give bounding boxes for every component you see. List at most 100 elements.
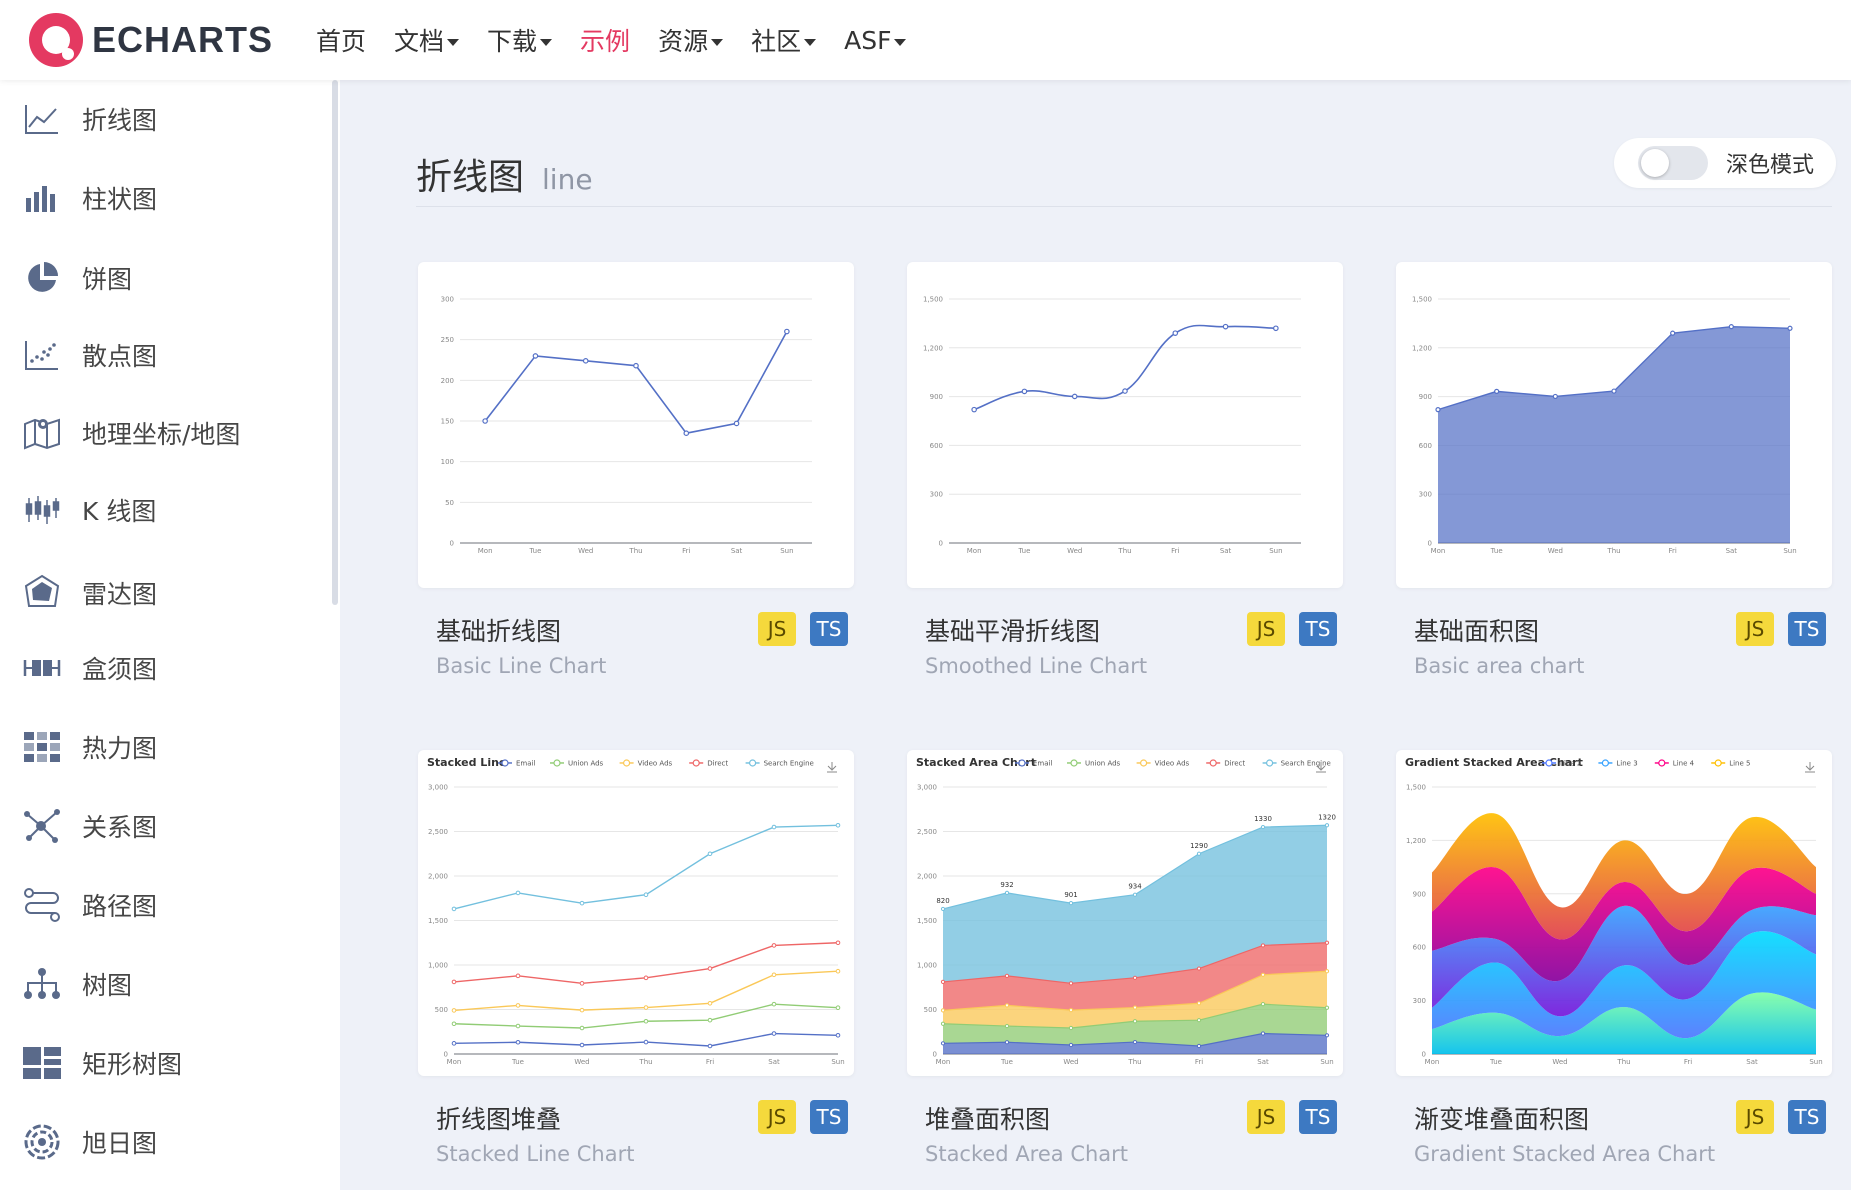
legend-label: Email xyxy=(516,760,535,768)
data-point xyxy=(771,824,777,830)
sidebar-item-line[interactable]: 折线图 xyxy=(22,94,157,144)
js-badge[interactable]: JS xyxy=(758,612,796,646)
data-point xyxy=(1004,890,1010,896)
echarts-logo[interactable]: ECHARTS xyxy=(28,8,273,72)
chart-thumbnail[interactable]: Stacked Area Chart Email Union Ads Video Ad… xyxy=(907,750,1343,1076)
chart-thumbnail[interactable]: Gradient Stacked Area Chart Line 2 Line 3 L… xyxy=(1396,750,1832,1076)
chart-thumbnail[interactable]: 0 50 100 150 200 250 300 Mon Tue Wed Thu Fri Sat Sun xyxy=(418,262,854,588)
card-subtitle: Basic Line Chart xyxy=(436,654,607,678)
legend-label: Search Engine xyxy=(764,760,814,768)
nav-home[interactable]: 首页 xyxy=(316,22,366,58)
main-nav: 首页 文档 下载 示例 资源 社区 ASF xyxy=(316,0,934,80)
sidebar-item-radar[interactable]: 雷达图 xyxy=(22,568,157,618)
nav-home-label: 首页 xyxy=(316,27,367,56)
data-point xyxy=(1260,943,1266,948)
bar-chart-icon xyxy=(22,178,62,218)
ts-badge[interactable]: TS xyxy=(810,1100,848,1134)
y-tick-label: 250 xyxy=(441,336,454,344)
sidebar-item-scatter[interactable]: 散点图 xyxy=(22,330,157,380)
data-point xyxy=(1324,823,1330,828)
page-title-zh: 折线图 xyxy=(416,157,525,198)
nav-examples[interactable]: 示例 xyxy=(580,22,630,58)
logo-text: ECHARTS xyxy=(92,19,274,60)
y-tick-label: 1,000 xyxy=(428,962,448,970)
chart-thumbnail[interactable]: 0 300 600 900 1,200 1,500 Mon Tue Wed Thu Fri Sat Su… xyxy=(907,262,1343,588)
x-tick-label: Wed xyxy=(574,1058,589,1066)
nav-resources[interactable]: 资源 xyxy=(658,22,724,58)
dark-mode-switch[interactable] xyxy=(1638,146,1708,180)
sidebar-item-bar[interactable]: 柱状图 xyxy=(22,173,157,223)
sidebar-item-candlestick[interactable]: K 线图 xyxy=(22,485,156,535)
echarts-logo-icon xyxy=(29,13,83,67)
sidebar-item-label: 旭日图 xyxy=(82,1129,158,1158)
legend-label: Search Engine xyxy=(1281,760,1331,768)
sidebar-item-tree[interactable]: 树图 xyxy=(22,959,132,1009)
card-title[interactable]: 堆叠面积图 xyxy=(925,1100,1050,1136)
treemap-icon xyxy=(22,1043,62,1083)
data-point xyxy=(835,1033,841,1038)
ts-badge[interactable]: TS xyxy=(1299,612,1337,646)
sidebar-item-boxplot[interactable]: 盒须图 xyxy=(22,643,157,693)
data-point xyxy=(643,975,649,981)
nav-download[interactable]: 下载 xyxy=(487,22,553,58)
data-point xyxy=(1196,1018,1202,1023)
dark-mode-toggle[interactable]: 深色模式 xyxy=(1614,138,1836,188)
data-point xyxy=(1324,940,1330,945)
js-badge[interactable]: JS xyxy=(1247,612,1285,646)
sidebar-item-label: 柱状图 xyxy=(82,185,158,214)
page-title-en: line xyxy=(542,163,593,196)
ts-badge[interactable]: TS xyxy=(1299,1100,1337,1134)
legend-label: Line 2 xyxy=(1560,760,1581,768)
x-tick-label: Tue xyxy=(1017,547,1030,555)
x-tick-label: Wed xyxy=(1552,1058,1567,1066)
card-title[interactable]: 基础平滑折线图 xyxy=(925,612,1100,648)
js-badge[interactable]: JS xyxy=(1736,612,1774,646)
y-tick-label: 1,500 xyxy=(1412,296,1432,304)
legend-label: Direct xyxy=(707,760,728,768)
ts-badge[interactable]: TS xyxy=(1788,612,1826,646)
data-label: 1330 xyxy=(1254,815,1272,823)
area-fill xyxy=(1438,326,1790,543)
card-title[interactable]: 基础折线图 xyxy=(436,612,561,648)
sidebar-item-pie[interactable]: 饼图 xyxy=(22,253,132,303)
y-tick-label: 200 xyxy=(441,377,454,385)
js-badge[interactable]: JS xyxy=(1736,1100,1774,1134)
y-tick-label: 1,200 xyxy=(923,344,943,352)
sidebar-item-sunburst[interactable]: 旭日图 xyxy=(22,1117,157,1167)
legend-marker xyxy=(501,759,509,767)
ts-badge[interactable]: TS xyxy=(810,612,848,646)
data-point xyxy=(451,906,457,912)
chart-thumbnail[interactable]: 0 300 600 900 1,200 1,500 Mon Tue Wed Thu Fri Sat Su… xyxy=(1396,262,1832,588)
data-point xyxy=(515,1039,521,1045)
data-point xyxy=(940,1008,946,1013)
nav-asf[interactable]: ASF xyxy=(844,26,907,55)
sidebar-item-graph[interactable]: 关系图 xyxy=(22,801,157,851)
sidebar-item-label: 雷达图 xyxy=(82,580,158,609)
chart-thumbnail[interactable]: Stacked Line Email Union Ads Video Ads Direc… xyxy=(418,750,854,1076)
nav-docs[interactable]: 文档 xyxy=(394,22,460,58)
nav-community[interactable]: 社区 xyxy=(751,22,817,58)
legend-marker xyxy=(1070,759,1078,767)
js-badge[interactable]: JS xyxy=(1247,1100,1285,1134)
sidebar-item-label: 散点图 xyxy=(82,342,158,371)
data-point xyxy=(733,420,740,427)
sidebar-item-lines[interactable]: 路径图 xyxy=(22,880,157,930)
sidebar-scrollbar[interactable] xyxy=(332,80,338,605)
card-title[interactable]: 折线图堆叠 xyxy=(436,1100,561,1136)
data-point xyxy=(1004,1040,1010,1045)
data-point xyxy=(451,1008,457,1013)
data-label: 1290 xyxy=(1190,842,1208,850)
data-point xyxy=(579,900,585,906)
js-badge[interactable]: JS xyxy=(758,1100,796,1134)
ts-badge[interactable]: TS xyxy=(1788,1100,1826,1134)
data-point xyxy=(1787,325,1793,331)
sidebar-item-heatmap[interactable]: 热力图 xyxy=(22,722,157,772)
x-tick-label: Sun xyxy=(1269,547,1282,555)
data-point xyxy=(940,906,946,912)
card-title[interactable]: 渐变堆叠面积图 xyxy=(1414,1100,1589,1136)
data-point xyxy=(707,966,713,971)
card-title[interactable]: 基础面积图 xyxy=(1414,612,1539,648)
sidebar-item-treemap[interactable]: 矩形树图 xyxy=(22,1038,182,1088)
sidebar-item-map[interactable]: 地理坐标/地图 xyxy=(22,408,240,458)
data-point xyxy=(940,1041,946,1046)
